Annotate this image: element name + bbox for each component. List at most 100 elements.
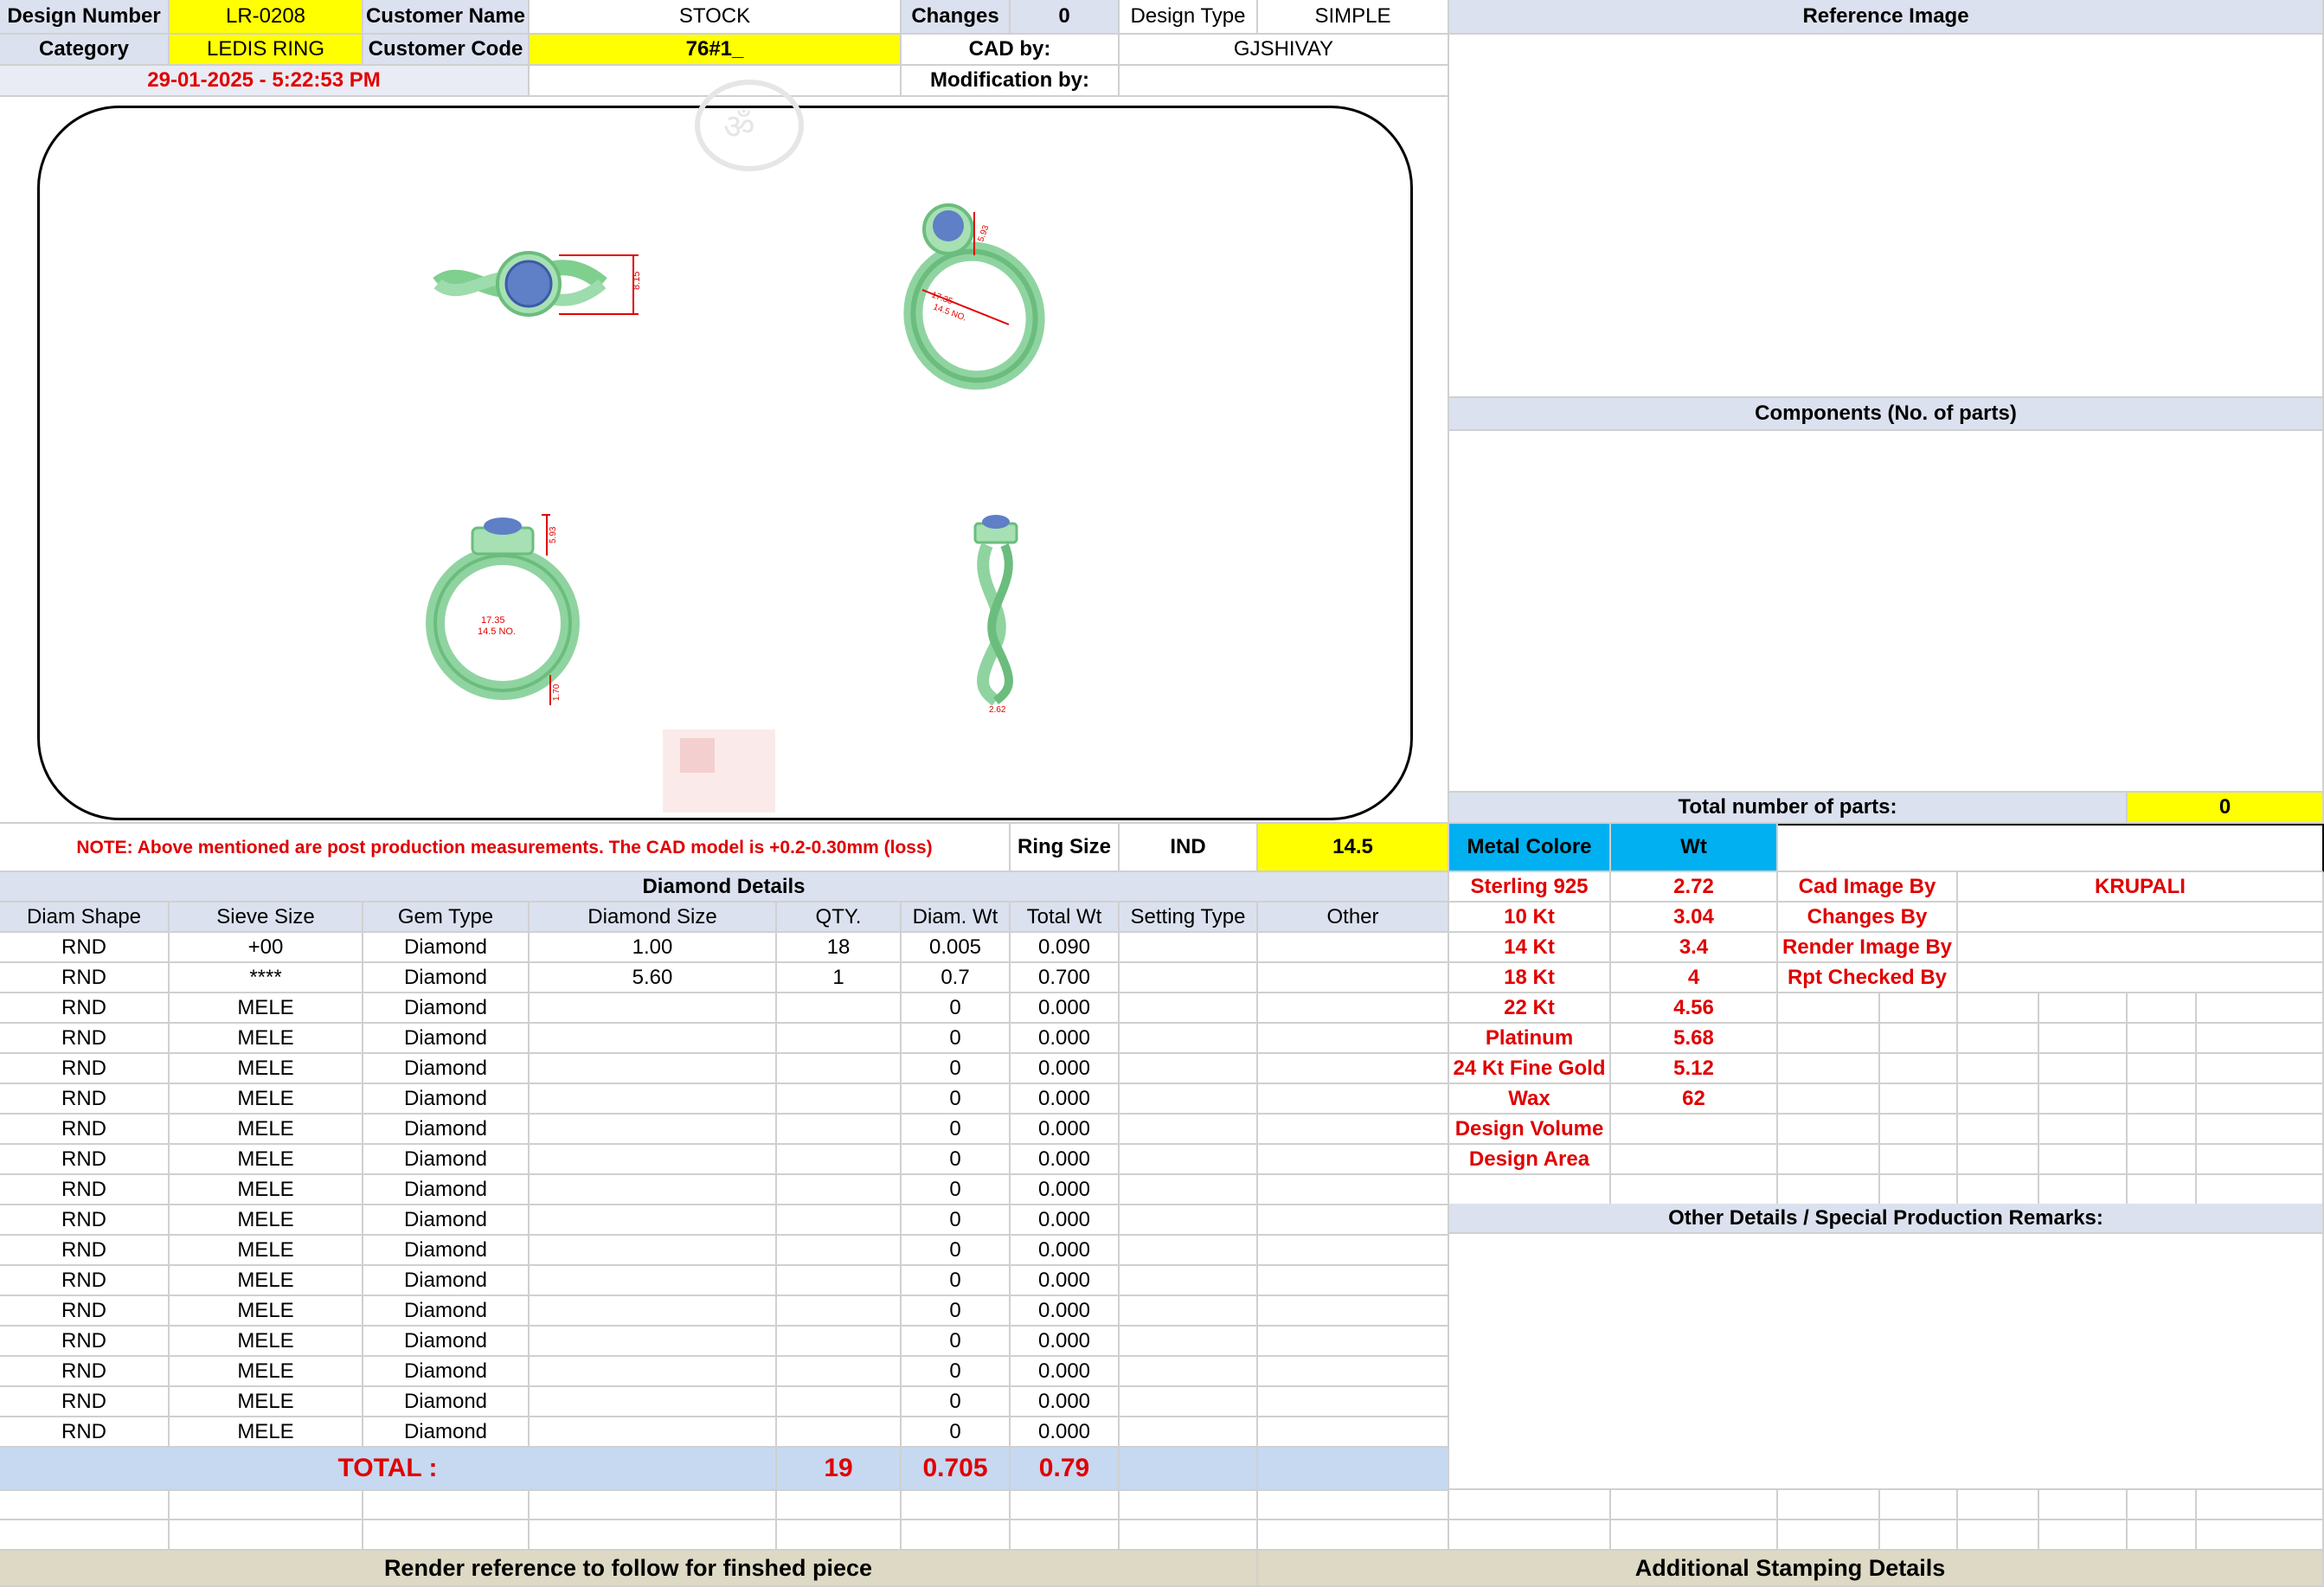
diamond-cell[interactable] bbox=[530, 1115, 777, 1145]
diamond-cell[interactable] bbox=[530, 1084, 777, 1115]
diamond-cell[interactable]: RND bbox=[0, 993, 170, 1024]
diamond-cell[interactable]: 0.000 bbox=[1011, 1054, 1120, 1084]
diamond-cell[interactable]: 0 bbox=[902, 1327, 1011, 1357]
diamond-cell[interactable] bbox=[777, 1175, 902, 1205]
metal-wt[interactable]: 2.72 bbox=[1611, 872, 1778, 903]
metal-wt[interactable]: 5.12 bbox=[1611, 1054, 1778, 1084]
diamond-cell[interactable]: 0.000 bbox=[1011, 993, 1120, 1024]
metal-wt[interactable]: 4 bbox=[1611, 963, 1778, 993]
diamond-cell[interactable]: RND bbox=[0, 1327, 170, 1357]
diamond-cell[interactable] bbox=[530, 1417, 777, 1448]
diamond-cell[interactable] bbox=[530, 1296, 777, 1327]
diamond-cell[interactable]: MELE bbox=[170, 1205, 363, 1236]
diamond-cell[interactable]: RND bbox=[0, 1205, 170, 1236]
diamond-cell[interactable]: 0 bbox=[902, 1084, 1011, 1115]
diamond-cell[interactable]: Diamond bbox=[363, 933, 530, 963]
diamond-cell[interactable]: 0 bbox=[902, 1357, 1011, 1387]
diamond-cell[interactable]: MELE bbox=[170, 1236, 363, 1266]
diamond-cell[interactable] bbox=[777, 1084, 902, 1115]
diamond-cell[interactable]: 0 bbox=[902, 1054, 1011, 1084]
credit-value[interactable]: KRUPALI bbox=[1958, 872, 2324, 903]
diamond-cell[interactable]: 0.005 bbox=[902, 933, 1011, 963]
diamond-cell[interactable]: 0.000 bbox=[1011, 1417, 1120, 1448]
diamond-cell[interactable] bbox=[1120, 1175, 1258, 1205]
diamond-cell[interactable] bbox=[1120, 1115, 1258, 1145]
diamond-cell[interactable]: Diamond bbox=[363, 1266, 530, 1296]
diamond-cell[interactable]: RND bbox=[0, 1357, 170, 1387]
diamond-cell[interactable]: MELE bbox=[170, 1084, 363, 1115]
credit-value[interactable] bbox=[1958, 933, 2324, 963]
metal-wt[interactable] bbox=[1611, 1145, 1778, 1175]
diamond-cell[interactable]: RND bbox=[0, 1387, 170, 1417]
diamond-cell[interactable] bbox=[530, 1387, 777, 1417]
diamond-cell[interactable]: 0.000 bbox=[1011, 1387, 1120, 1417]
customer-code-value[interactable]: 76#1_ bbox=[530, 35, 902, 66]
diamond-cell[interactable] bbox=[1120, 963, 1258, 993]
diamond-cell[interactable] bbox=[530, 1266, 777, 1296]
metal-wt[interactable]: 62 bbox=[1611, 1084, 1778, 1115]
diamond-cell[interactable]: RND bbox=[0, 1296, 170, 1327]
diamond-cell[interactable]: MELE bbox=[170, 1327, 363, 1357]
diamond-cell[interactable] bbox=[777, 1417, 902, 1448]
metal-wt[interactable]: 5.68 bbox=[1611, 1024, 1778, 1054]
diamond-cell[interactable]: 0.000 bbox=[1011, 1145, 1120, 1175]
diamond-cell[interactable] bbox=[1258, 1175, 1449, 1205]
diamond-cell[interactable] bbox=[1258, 1115, 1449, 1145]
diamond-cell[interactable]: 0 bbox=[902, 1205, 1011, 1236]
changes-value[interactable]: 0 bbox=[1011, 0, 1120, 35]
other-details-area[interactable] bbox=[1449, 1234, 2324, 1490]
diamond-cell[interactable]: MELE bbox=[170, 993, 363, 1024]
diamond-cell[interactable]: Diamond bbox=[363, 1327, 530, 1357]
diamond-cell[interactable] bbox=[777, 1205, 902, 1236]
diamond-cell[interactable]: MELE bbox=[170, 1024, 363, 1054]
diamond-cell[interactable]: 0 bbox=[902, 993, 1011, 1024]
diamond-cell[interactable] bbox=[1258, 1084, 1449, 1115]
diamond-cell[interactable] bbox=[1258, 1417, 1449, 1448]
diamond-cell[interactable] bbox=[1258, 1357, 1449, 1387]
total-parts-value[interactable]: 0 bbox=[2128, 793, 2324, 824]
diamond-cell[interactable] bbox=[530, 1205, 777, 1236]
diamond-cell[interactable]: 0 bbox=[902, 1236, 1011, 1266]
diamond-cell[interactable]: Diamond bbox=[363, 1387, 530, 1417]
diamond-cell[interactable] bbox=[777, 1024, 902, 1054]
diamond-cell[interactable] bbox=[1258, 1387, 1449, 1417]
diamond-cell[interactable] bbox=[530, 1357, 777, 1387]
diamond-cell[interactable] bbox=[1120, 933, 1258, 963]
diamond-cell[interactable] bbox=[1120, 1236, 1258, 1266]
diamond-cell[interactable]: 0.000 bbox=[1011, 1024, 1120, 1054]
diamond-cell[interactable]: 0.000 bbox=[1011, 1327, 1120, 1357]
diamond-cell[interactable]: +00 bbox=[170, 933, 363, 963]
diamond-cell[interactable]: MELE bbox=[170, 1266, 363, 1296]
customer-name-value[interactable]: STOCK bbox=[530, 0, 902, 35]
diamond-cell[interactable]: 0 bbox=[902, 1417, 1011, 1448]
diamond-cell[interactable]: RND bbox=[0, 1054, 170, 1084]
diamond-cell[interactable]: 1.00 bbox=[530, 933, 777, 963]
diamond-cell[interactable]: Diamond bbox=[363, 1205, 530, 1236]
diamond-cell[interactable]: 0.000 bbox=[1011, 1205, 1120, 1236]
diamond-cell[interactable] bbox=[1258, 1296, 1449, 1327]
diamond-cell[interactable]: RND bbox=[0, 1175, 170, 1205]
cad-by-value[interactable]: GJSHIVAY bbox=[1120, 35, 1449, 66]
credit-value[interactable] bbox=[1958, 963, 2324, 993]
diamond-cell[interactable] bbox=[1258, 1205, 1449, 1236]
diamond-cell[interactable]: 0.000 bbox=[1011, 1296, 1120, 1327]
diamond-cell[interactable] bbox=[1258, 1145, 1449, 1175]
diamond-cell[interactable]: 0 bbox=[902, 1175, 1011, 1205]
diamond-cell[interactable]: Diamond bbox=[363, 993, 530, 1024]
diamond-cell[interactable]: Diamond bbox=[363, 1236, 530, 1266]
diamond-cell[interactable]: MELE bbox=[170, 1175, 363, 1205]
diamond-cell[interactable]: RND bbox=[0, 1417, 170, 1448]
diamond-cell[interactable]: 0.090 bbox=[1011, 933, 1120, 963]
diamond-cell[interactable] bbox=[1120, 1266, 1258, 1296]
diamond-cell[interactable]: MELE bbox=[170, 1115, 363, 1145]
diamond-cell[interactable]: Diamond bbox=[363, 1054, 530, 1084]
diamond-cell[interactable]: 0 bbox=[902, 1296, 1011, 1327]
diamond-cell[interactable] bbox=[1258, 1024, 1449, 1054]
diamond-cell[interactable]: Diamond bbox=[363, 1084, 530, 1115]
diamond-cell[interactable]: 0.000 bbox=[1011, 1084, 1120, 1115]
diamond-cell[interactable]: Diamond bbox=[363, 1357, 530, 1387]
diamond-cell[interactable] bbox=[530, 1175, 777, 1205]
diamond-cell[interactable]: 1 bbox=[777, 963, 902, 993]
diamond-cell[interactable] bbox=[1120, 1145, 1258, 1175]
diamond-cell[interactable]: MELE bbox=[170, 1387, 363, 1417]
